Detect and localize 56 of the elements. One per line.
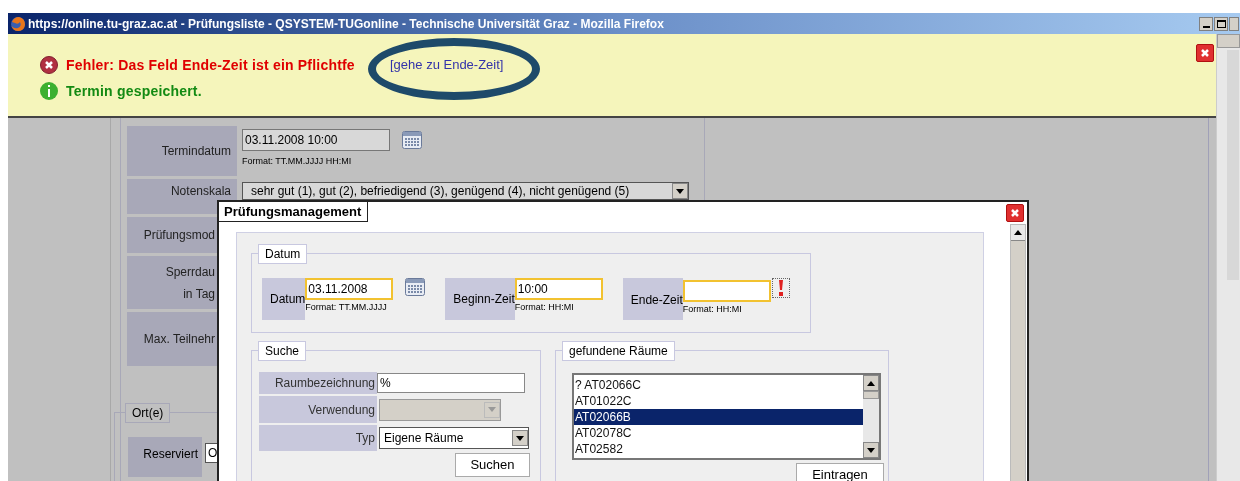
format-hint: Format: TT.MM.JJJJ (305, 302, 388, 314)
maximize-button[interactable] (1214, 16, 1228, 31)
calendar-icon[interactable] (405, 278, 426, 296)
dialog-title: Prüfungsmanagement (219, 202, 369, 222)
list-item[interactable]: AT02066B (574, 409, 863, 425)
scrollbar[interactable] (1216, 34, 1240, 481)
field-label: Datum (262, 278, 306, 320)
up-arrow-icon (1014, 230, 1022, 235)
format-hint: Format: HH:MI (514, 302, 575, 314)
minimize-button[interactable] (1199, 16, 1213, 31)
format-hint: Format: TT.MM.JJJJ HH:MI (242, 155, 353, 168)
select-field[interactable]: Eigene Räume (379, 427, 529, 449)
window-title: https://online.tu-graz.ac.at - Prüfungsliste - QSYSTEM-TUGonline - Technische Universität Graz - Mozilla Firefox (28, 15, 664, 33)
list-item[interactable]: ? AT02066C (574, 377, 863, 393)
caret-icon (488, 407, 496, 412)
close-button[interactable] (1006, 204, 1024, 222)
search-button[interactable]: Suchen (455, 453, 530, 477)
date-field[interactable]: 03.11.2008 10:00 (242, 129, 390, 151)
caret-icon (676, 188, 684, 194)
caret-icon (516, 435, 524, 441)
error-message: Fehler: Das Feld Ende-Zeit ist ein Pflichtfe (66, 55, 355, 75)
up-arrow-icon (867, 380, 875, 386)
success-message: Termin gespeichert. (66, 81, 202, 101)
field-label: Ende-Zeit (622, 278, 683, 320)
firefox-icon (10, 15, 26, 32)
down-arrow-icon (867, 447, 875, 453)
scrollbar[interactable] (1010, 224, 1026, 481)
field-label: Verwendung (259, 396, 377, 423)
info-icon (40, 82, 58, 100)
input-field[interactable]: 10:00 (514, 278, 603, 300)
list-item[interactable]: AT02582 (574, 441, 863, 457)
fieldset-legend: Datum (258, 244, 308, 264)
close-icon (1010, 208, 1020, 218)
list-item[interactable]: AT02078C (574, 425, 863, 441)
field-label: Beginn-Zeit (445, 278, 515, 320)
format-hint: Format: HH:MI (682, 304, 743, 316)
field-label: Typ (259, 425, 377, 451)
error-icon (40, 56, 58, 74)
field-label: Termindatum (127, 126, 237, 176)
calendar-icon[interactable] (402, 131, 422, 149)
scrollbar[interactable] (863, 375, 879, 458)
input-field[interactable]: 03.11.2008 (305, 278, 394, 300)
field-label: Reserviert (128, 437, 202, 477)
grade-scale-select[interactable]: sehr gut (1), gut (2), befriedigend (3), genügend (4), nicht genügend (5) (242, 182, 689, 200)
close-button[interactable] (1196, 44, 1214, 62)
scroll-thumb[interactable] (863, 391, 879, 399)
fieldset-legend: Ort(e) (125, 403, 171, 423)
close-icon (1200, 48, 1210, 58)
field-label: Raumbezeichnung (259, 372, 377, 394)
link[interactable]: [gehe zu Ende-Zeit] (390, 55, 504, 75)
fieldset-legend: Suche (258, 341, 307, 361)
list-item[interactable]: AT01022C (574, 393, 863, 409)
input-field[interactable]: % (377, 373, 525, 393)
fieldset-legend: gefundene Räume (562, 341, 675, 361)
input-field[interactable] (682, 280, 771, 302)
room-list[interactable]: ? AT02066C AT01022C AT02066B AT02078C AT02582 (572, 373, 881, 460)
